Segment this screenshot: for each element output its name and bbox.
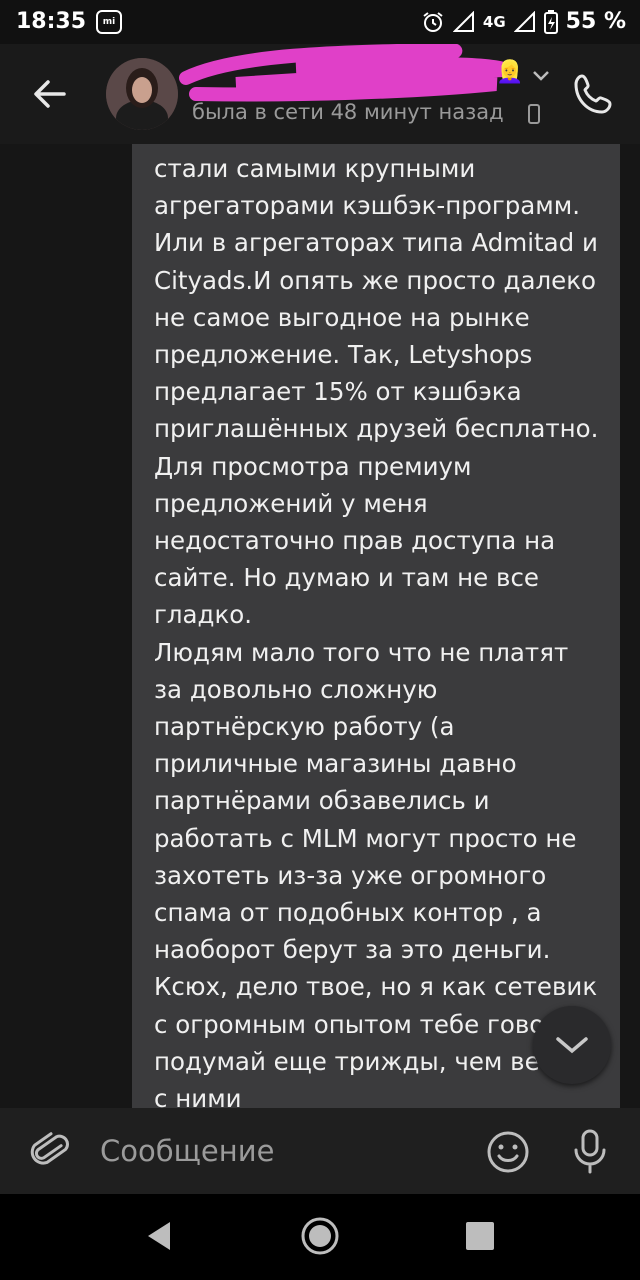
chevron-down-icon[interactable] xyxy=(530,68,552,84)
system-nav-bar xyxy=(0,1194,640,1280)
message-paragraph: Людям мало того что не платят за довольн… xyxy=(154,637,577,965)
scroll-down-button[interactable] xyxy=(533,1006,611,1084)
status-icons: 4G 55 % xyxy=(421,9,626,34)
back-arrow-icon[interactable] xyxy=(26,70,74,118)
name-emoji: 👱‍♀️ xyxy=(496,60,524,85)
mobile-device-icon xyxy=(528,104,540,124)
emoji-smile-icon[interactable] xyxy=(486,1130,530,1174)
chat-area[interactable]: стали самыми крупными агрегаторами кэшбэ… xyxy=(0,144,640,1108)
message-paragraph: стали самыми крупными агрегаторами кэшбэ… xyxy=(154,154,599,630)
status-time: 18:35 xyxy=(16,9,87,34)
message-composer xyxy=(0,1108,640,1194)
avatar-image xyxy=(106,58,178,130)
microphone-icon[interactable] xyxy=(570,1128,610,1176)
wifi-signal-icon xyxy=(452,10,474,32)
chevron-down-icon xyxy=(556,1037,588,1054)
nav-recents-icon[interactable] xyxy=(466,1222,494,1250)
paperclip-icon[interactable] xyxy=(30,1130,72,1172)
alarm-icon xyxy=(423,11,443,32)
chat-header: 👱‍♀️ была в сети 48 минут назад xyxy=(0,44,640,144)
contact-name-redacted[interactable] xyxy=(176,44,516,104)
network-type: 4G xyxy=(482,12,506,31)
last-seen-status: была в сети 48 минут назад xyxy=(192,100,504,124)
battery-percent: 55 % xyxy=(565,9,626,34)
cell-signal-icon xyxy=(513,10,535,32)
phone-call-icon[interactable] xyxy=(568,68,620,120)
battery-icon xyxy=(543,9,558,34)
nav-home-icon[interactable] xyxy=(300,1216,340,1256)
message-input[interactable] xyxy=(100,1130,460,1172)
message-text: стали самыми крупными агрегаторами кэшбэ… xyxy=(154,150,604,1108)
status-bar: 18:35 mi 4G 55 % xyxy=(0,0,640,44)
avatar[interactable] xyxy=(106,58,178,130)
mi-app-icon: mi xyxy=(96,10,122,34)
nav-back-icon[interactable] xyxy=(144,1220,174,1252)
